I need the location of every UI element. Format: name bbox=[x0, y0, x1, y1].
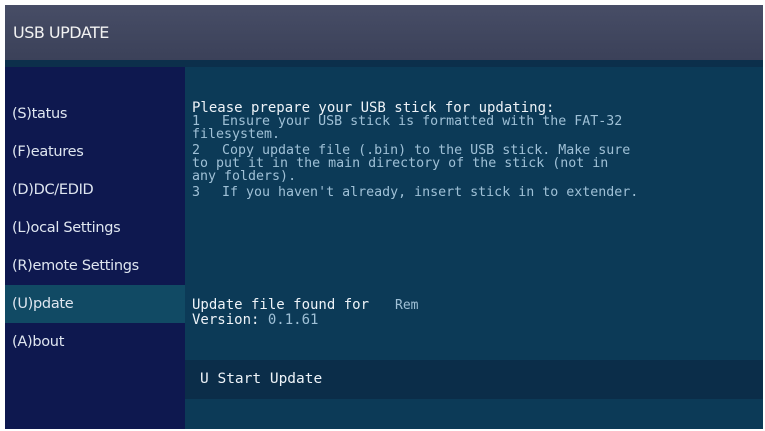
step-2-continued: any folders). bbox=[192, 169, 297, 184]
found-value: Rem bbox=[395, 298, 419, 313]
found-label: Update file found for bbox=[192, 297, 370, 313]
title-separator bbox=[5, 60, 763, 67]
step-number: 3 bbox=[192, 185, 201, 200]
start-update-button[interactable]: U Start Update bbox=[185, 360, 763, 399]
sidebar-item-local-settings[interactable]: (L)ocal Settings bbox=[5, 209, 185, 247]
sidebar-item-remote-settings[interactable]: (R)emote Settings bbox=[5, 247, 185, 285]
sidebar-menu: (S)tatus (F)eatures (D)DC/EDID (L)ocal S… bbox=[5, 67, 185, 429]
sidebar-item-ddc-edid[interactable]: (D)DC/EDID bbox=[5, 171, 185, 209]
step-text: Ensure your USB stick is formatted with … bbox=[222, 114, 623, 129]
sidebar-item-status[interactable]: (S)tatus bbox=[5, 95, 185, 133]
sidebar-item-features[interactable]: (F)eatures bbox=[5, 133, 185, 171]
version-info: Version: 0.1.61 bbox=[192, 313, 318, 327]
step-3: 3 If you haven't already, insert stick in… bbox=[192, 186, 638, 199]
version-label: Version: bbox=[192, 312, 260, 328]
step-1-continued: filesystem. bbox=[192, 127, 281, 142]
sidebar-item-about[interactable]: (A)bout bbox=[5, 323, 185, 361]
instructions-heading: Please prepare your USB stick for updati… bbox=[192, 100, 555, 116]
update-panel: Please prepare your USB stick for updati… bbox=[185, 67, 763, 429]
step-text: If you haven't already, insert stick in … bbox=[222, 185, 639, 200]
update-file-found: Update file found for Rem bbox=[192, 298, 419, 313]
usb-update-window: USB UPDATE (S)tatus (F)eatures (D)DC/EDI… bbox=[5, 5, 763, 429]
sidebar-item-update[interactable]: (U)pdate bbox=[5, 285, 185, 323]
version-value: 0.1.61 bbox=[267, 312, 319, 328]
window-title: USB UPDATE bbox=[5, 5, 763, 60]
